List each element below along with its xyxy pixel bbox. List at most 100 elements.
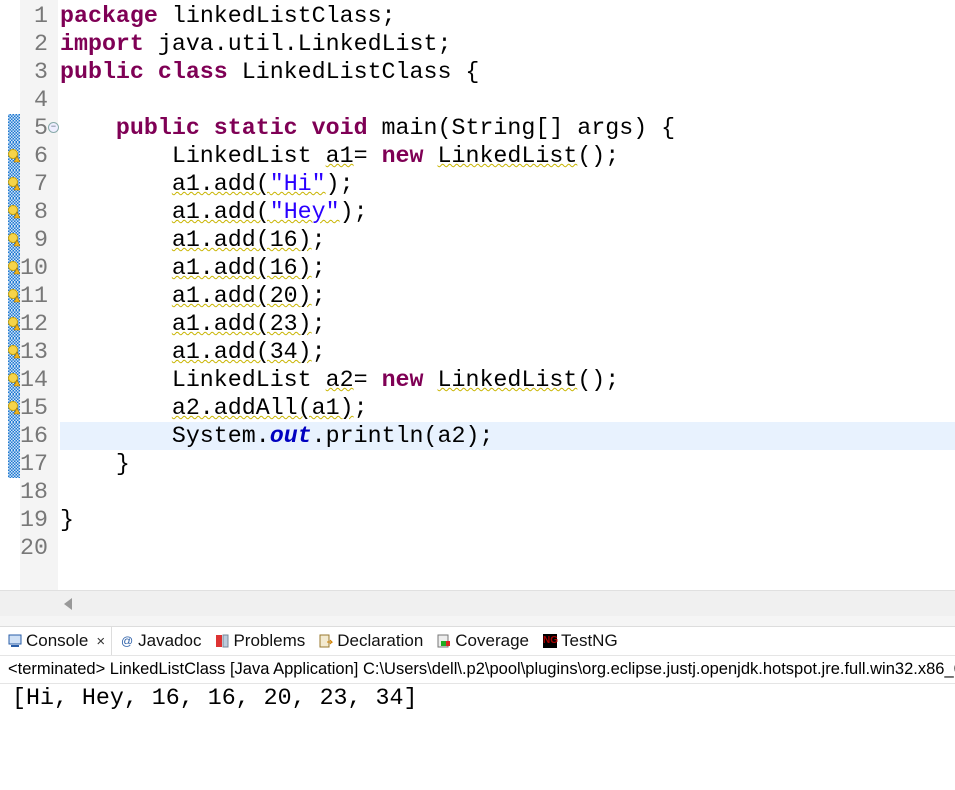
code-token: LinkedList <box>60 367 326 393</box>
line-number: 9 <box>34 227 48 253</box>
code-line[interactable]: 19} <box>0 506 955 534</box>
code-token: "Hi" <box>269 171 326 197</box>
code-line[interactable]: 1 package linkedListClass; <box>0 2 955 30</box>
warning-bulb-icon <box>8 289 20 303</box>
code-line[interactable]: 17 } <box>0 450 955 478</box>
code-token: (); <box>577 367 620 393</box>
code-token: a1.add(16) <box>171 255 312 281</box>
code-token: package <box>60 3 158 29</box>
code-token: a1.add(34) <box>171 339 312 365</box>
code-token: a2 <box>325 367 354 393</box>
tab-declaration[interactable]: Declaration <box>311 627 429 655</box>
code-line[interactable]: 10 a1.add(16); <box>0 254 955 282</box>
code-text: public class LinkedListClass { <box>60 58 479 86</box>
code-text: a1.add(23); <box>60 310 326 338</box>
code-token: a1.add(20) <box>171 283 312 309</box>
at-icon: @ <box>121 634 134 648</box>
code-token: ); <box>325 171 354 197</box>
line-background <box>60 478 955 506</box>
fold-collapse-icon[interactable]: − <box>48 122 59 133</box>
console-output: [Hi, Hey, 16, 16, 20, 23, 34] <box>12 685 418 711</box>
warning-bulb-icon <box>8 205 20 219</box>
code-token: } <box>60 507 74 533</box>
code-text: import java.util.LinkedList; <box>60 30 451 58</box>
console-icon <box>8 634 22 647</box>
declaration-icon <box>319 634 334 648</box>
warning-bulb-icon <box>8 317 20 331</box>
code-token: System. <box>60 423 270 449</box>
code-line[interactable]: 13 a1.add(34); <box>0 338 955 366</box>
code-line[interactable]: 7 a1.add("Hi"); <box>0 170 955 198</box>
tab-label: Problems <box>233 631 306 650</box>
code-token: java.util.LinkedList; <box>143 31 452 57</box>
coverage-icon <box>437 634 451 648</box>
code-line[interactable]: 16 System.out.println(a2); <box>0 422 955 450</box>
code-token: a1.add(23) <box>171 311 312 337</box>
code-line[interactable]: 6 LinkedList a1= new LinkedList(); <box>0 142 955 170</box>
tab-javadoc[interactable]: @ Javadoc <box>112 627 207 655</box>
line-number: 8 <box>34 199 48 225</box>
tab-coverage[interactable]: Coverage <box>429 627 535 655</box>
code-line[interactable]: 18 <box>0 478 955 506</box>
code-line[interactable]: 15 a2.addAll(a1); <box>0 394 955 422</box>
line-background <box>60 506 955 534</box>
line-number: 2 <box>34 31 48 57</box>
scroll-left-arrow-icon[interactable] <box>64 598 72 610</box>
code-line[interactable]: 4 <box>0 86 955 114</box>
code-text: } <box>60 506 74 534</box>
code-line[interactable]: 14 LinkedList a2= new LinkedList(); <box>0 366 955 394</box>
line-number: 20 <box>20 535 48 561</box>
code-token: public static void <box>115 115 368 141</box>
code-text: package linkedListClass; <box>60 2 396 30</box>
code-token: } <box>60 451 130 477</box>
warning-bulb-icon <box>8 149 20 163</box>
change-bar <box>8 114 20 142</box>
line-background <box>60 86 955 114</box>
tab-problems[interactable]: Problems <box>207 627 311 655</box>
panel-divider <box>0 616 955 627</box>
code-text: a2.addAll(a1); <box>60 394 368 422</box>
change-bar <box>8 422 20 450</box>
code-token: ; <box>311 339 326 365</box>
line-number: 14 <box>20 367 48 393</box>
warning-bulb-icon <box>8 373 20 387</box>
code-line[interactable]: −5 public static void main(String[] args… <box>0 114 955 142</box>
code-line[interactable]: 8 a1.add("Hey"); <box>0 198 955 226</box>
code-text: a1.add(16); <box>60 226 326 254</box>
code-text: a1.add(20); <box>60 282 326 310</box>
code-token: LinkedList <box>437 367 578 393</box>
tab-testng[interactable]: NG TestNG <box>535 627 624 655</box>
line-number: 18 <box>20 479 48 505</box>
tab-label: Javadoc <box>138 631 202 650</box>
line-number: 13 <box>20 339 48 365</box>
code-token: a1.add( <box>171 171 270 197</box>
code-line[interactable]: 3 public class LinkedListClass { <box>0 58 955 86</box>
line-number: 15 <box>20 395 48 421</box>
warning-bulb-icon <box>8 233 20 247</box>
code-token: LinkedListClass { <box>227 59 480 85</box>
tab-console[interactable]: Console × <box>0 627 113 655</box>
code-token: = <box>353 367 382 393</box>
code-line[interactable]: 11 a1.add(20); <box>0 282 955 310</box>
close-icon[interactable]: × <box>96 633 105 650</box>
code-token: "Hey" <box>269 199 340 225</box>
line-number: 12 <box>20 311 48 337</box>
line-number: 4 <box>34 87 48 113</box>
code-token: new <box>381 143 424 169</box>
code-line[interactable]: 20 <box>0 534 955 562</box>
code-line[interactable]: 2 import java.util.LinkedList; <box>0 30 955 58</box>
horizontal-scrollbar[interactable] <box>0 590 955 617</box>
code-token: a1.add(16) <box>171 227 312 253</box>
code-text: a1.add("Hey"); <box>60 198 368 226</box>
code-token: ; <box>311 227 326 253</box>
code-line[interactable]: 9 a1.add(16); <box>0 226 955 254</box>
code-line[interactable]: 12 a1.add(23); <box>0 310 955 338</box>
code-editor[interactable]: 1 package linkedListClass; 2 import java.ut… <box>0 0 955 590</box>
line-number: 7 <box>34 171 48 197</box>
code-token: LinkedList <box>437 143 578 169</box>
